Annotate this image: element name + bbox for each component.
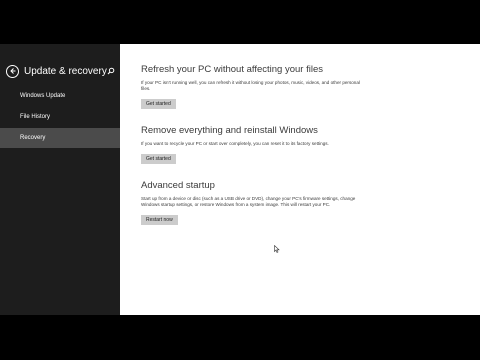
search-icon[interactable] xyxy=(107,66,115,76)
main-content: Refresh your PC without affecting your f… xyxy=(120,44,480,315)
advanced-startup-section: Advanced startup Start up from a device … xyxy=(141,180,361,226)
refresh-get-started-button[interactable]: Get started xyxy=(141,99,176,109)
back-arrow-icon[interactable] xyxy=(6,64,19,78)
back-arrow-glyph xyxy=(9,68,15,74)
restart-now-button[interactable]: Restart now xyxy=(141,215,178,225)
settings-window: Update & recovery Windows Update File Hi… xyxy=(0,44,480,315)
sidebar-title: Update & recovery xyxy=(24,65,107,77)
sidebar-header: Update & recovery xyxy=(6,63,115,79)
refresh-section: Refresh your PC without affecting your f… xyxy=(141,64,361,110)
remove-heading: Remove everything and reinstall Windows xyxy=(141,125,318,136)
advanced-startup-description: Start up from a device or disc (such as … xyxy=(141,196,356,207)
sidebar: Update & recovery Windows Update File Hi… xyxy=(0,44,120,315)
advanced-startup-heading: Advanced startup xyxy=(141,180,215,191)
refresh-heading: Refresh your PC without affecting your f… xyxy=(141,64,323,75)
sidebar-item-file-history[interactable]: File History xyxy=(0,107,120,127)
sidebar-item-windows-update[interactable]: Windows Update xyxy=(0,86,120,106)
remove-section: Remove everything and reinstall Windows … xyxy=(141,125,361,165)
remove-get-started-button[interactable]: Get started xyxy=(141,154,176,164)
remove-description: If you want to recycle your PC or start … xyxy=(141,141,329,146)
search-glyph xyxy=(107,67,115,75)
refresh-description: If your PC isn't running well, you can r… xyxy=(141,80,360,91)
sidebar-nav: Windows Update File History Recovery xyxy=(0,86,120,149)
mouse-cursor-icon xyxy=(274,245,280,253)
sidebar-item-recovery[interactable]: Recovery xyxy=(0,128,120,148)
